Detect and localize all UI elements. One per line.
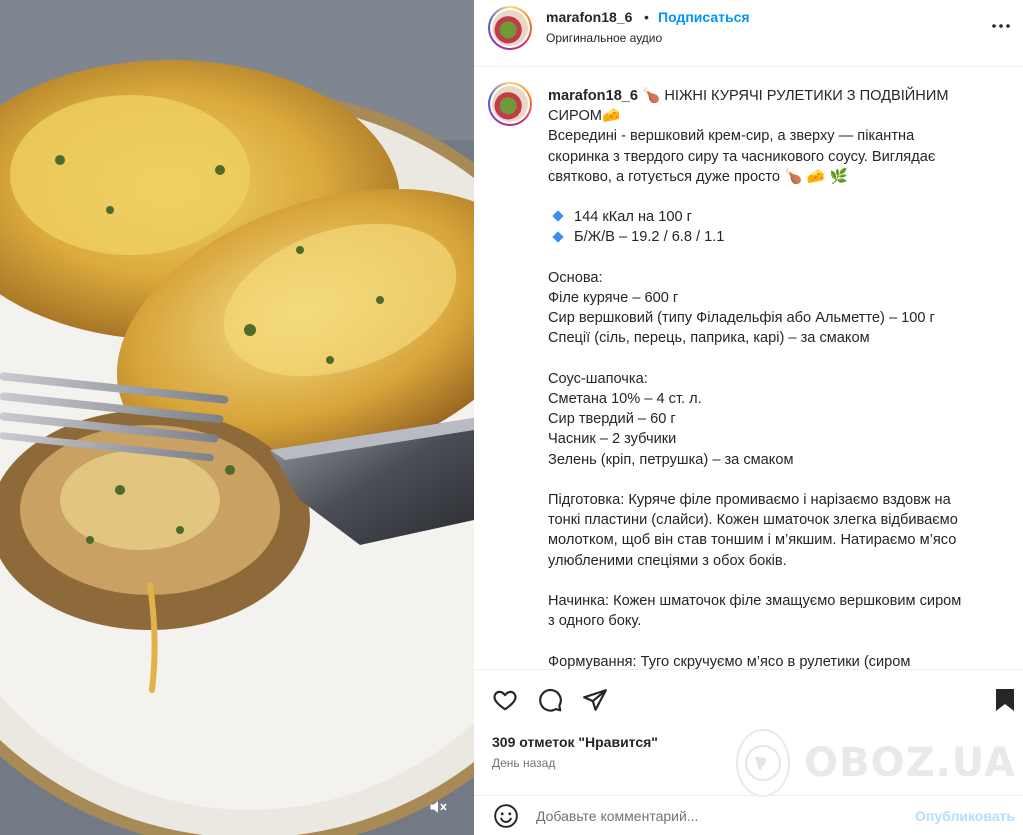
caption-line: Філе куряче – 600 г xyxy=(548,290,679,306)
caption-text: marafon18_6 🍗 НІЖНІ КУРЯЧІ РУЛЕТИКИ З ПО… xyxy=(548,86,1008,669)
post-media[interactable] xyxy=(0,0,474,835)
caption-line: Основа: xyxy=(548,269,603,286)
heart-icon xyxy=(493,690,517,711)
caption-line: тонкі пластини (слайси). Кожен шматочок … xyxy=(548,512,958,529)
comment-button[interactable] xyxy=(535,685,565,715)
action-bar xyxy=(474,669,1023,725)
mute-button[interactable] xyxy=(428,797,456,825)
caption-area: marafon18_6 🍗 НІЖНІ КУРЯЧІ РУЛЕТИКИ З ПО… xyxy=(474,68,1023,669)
smiley-icon xyxy=(494,804,518,828)
caption-line: Сир вершковий (типу Філадельфія або Альм… xyxy=(548,310,935,327)
post-comment-button[interactable]: Опубликовать xyxy=(915,808,1015,824)
caption-line xyxy=(548,571,1008,591)
send-icon xyxy=(583,689,607,711)
bookmark-icon xyxy=(996,689,1014,711)
caption-line: Сир твердий – 60 г xyxy=(548,411,676,428)
watermark: OBOZ.UA xyxy=(736,728,1016,798)
caption-line xyxy=(548,349,1008,369)
globe-icon xyxy=(736,729,791,797)
more-icon xyxy=(992,24,1010,28)
caption-line: Зелень (кріп, петрушка) – за смаком xyxy=(548,451,794,468)
caption-line: Б/Ж/В – 19.2 / 6.8 / 1.1 xyxy=(548,227,1008,247)
caption-line: Формування: Туго скручуємо м’ясо в рулет… xyxy=(548,653,911,669)
caption-line xyxy=(548,470,1008,490)
cheese-emoji: 🧀 xyxy=(601,107,621,125)
caption-line: Часник – 2 зубчики xyxy=(548,431,677,448)
caption-line: Спеції (сіль, перець, паприка, карі) – з… xyxy=(548,330,870,347)
author-avatar[interactable] xyxy=(488,6,532,50)
comment-bar: Опубликовать xyxy=(474,795,1023,835)
more-options-button[interactable] xyxy=(989,14,1013,38)
caption-line: Всередині - вершковий крем-сир, а зверху… xyxy=(548,128,915,145)
like-button[interactable] xyxy=(490,685,520,715)
follow-button[interactable]: Подписаться xyxy=(658,9,750,25)
food-emojis: 🍗 🧀 🌿 xyxy=(784,167,848,185)
caption-line: СИРОМ🧀 xyxy=(548,106,1008,126)
post-sidebar: marafon18_6 • Подписаться Оригинальное а… xyxy=(474,0,1023,835)
share-button[interactable] xyxy=(580,685,610,715)
audio-label[interactable]: Оригинальное аудио xyxy=(546,31,662,45)
post-header: marafon18_6 • Подписаться Оригинальное а… xyxy=(474,0,1023,67)
caption-line: улюбленими спеціями з обох боків. xyxy=(548,552,787,569)
caption-line xyxy=(548,187,1008,207)
caption-line: НІЖНІ КУРЯЧІ РУЛЕТИКИ З ПОДВІЙНИМ xyxy=(664,88,949,104)
emoji-picker-button[interactable] xyxy=(492,802,520,830)
post-date[interactable]: День назад xyxy=(492,756,555,770)
author-username[interactable]: marafon18_6 xyxy=(546,9,632,25)
caption-line: молотком, щоб він став тоншим і м’якшим.… xyxy=(548,532,957,549)
caption-line xyxy=(548,631,1008,651)
comment-icon xyxy=(539,688,562,712)
caption-username[interactable]: marafon18_6 xyxy=(548,88,638,104)
header-separator: • xyxy=(644,9,649,25)
caption-line: святково, а готується дуже просто 🍗 🧀 🌿 xyxy=(548,167,1008,187)
save-button[interactable] xyxy=(990,685,1020,715)
caption-line: Підготовка: Куряче філе промиваємо і нар… xyxy=(548,492,951,508)
caption-line xyxy=(548,248,1008,268)
comment-input[interactable] xyxy=(536,805,896,827)
caption-line: з одного боку. xyxy=(548,613,642,630)
mute-icon xyxy=(430,801,447,813)
watermark-text: OBOZ.UA xyxy=(804,740,1016,786)
food-photo xyxy=(0,0,474,835)
caption-line: 144 кКал на 100 г xyxy=(548,207,1008,227)
blue-diamond-icon xyxy=(552,210,564,223)
caption-line: Соус-шапочка: xyxy=(548,370,648,387)
likes-count[interactable]: 309 отметок "Нравится" xyxy=(492,734,658,750)
caption-avatar[interactable] xyxy=(488,82,532,126)
caption-line: Сметана 10% – 4 ст. л. xyxy=(548,391,702,407)
caption-line: скоринка з твердого сиру та часникового … xyxy=(548,148,936,165)
drumstick-emoji: 🍗 xyxy=(642,87,661,104)
blue-diamond-icon xyxy=(552,230,564,243)
caption-title-line: marafon18_6 🍗 НІЖНІ КУРЯЧІ РУЛЕТИКИ З ПО… xyxy=(548,86,1008,106)
caption-line: Начинка: Кожен шматочок філе змащуємо ве… xyxy=(548,593,962,609)
